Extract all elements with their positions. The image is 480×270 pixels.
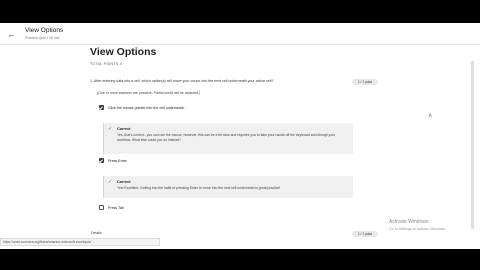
option-label: Press Tab: [108, 205, 124, 210]
points-badge: 1 / 1 point: [352, 231, 378, 237]
watermark-body: Go to Settings to activate Windows.: [389, 227, 446, 231]
points-badge: 1 / 1 point: [352, 79, 378, 85]
arrow-left-icon[interactable]: ←: [7, 29, 19, 39]
check-icon: ✓: [108, 179, 113, 185]
header-title: View Options: [25, 27, 64, 34]
checkbox-checked[interactable]: [99, 158, 104, 163]
quiz-page: ← View Options Practice Quiz • 15 min Vi…: [0, 23, 480, 249]
page-title: View Options: [90, 46, 157, 58]
check-icon: ✓: [108, 126, 113, 132]
status-bar-url: https://www.coursera.org/learn/wharton-m…: [0, 238, 160, 246]
option-press-enter[interactable]: Press Enter: [99, 158, 127, 163]
watermark-title: Activate Windows: [389, 219, 429, 225]
feedback-heading: Correct: [117, 180, 131, 184]
option-label: Click the mouse pointer into the cell un…: [108, 105, 185, 110]
feedback-body: Yes, that's correct - you can use the mo…: [117, 133, 336, 142]
total-points: TOTAL POINTS 4: [90, 62, 122, 66]
option-press-tab[interactable]: Press Tab: [99, 205, 124, 210]
header-subtitle: Practice Quiz • 15 min: [25, 36, 60, 40]
feedback-box: ✓ Correct Yes! Excellent. Getting into t…: [103, 176, 353, 198]
question-text: 1. After entering data into a cell, whic…: [90, 79, 274, 83]
text-cursor-icon: ∧: [428, 113, 433, 119]
header-bar: ← View Options Practice Quiz • 15 min: [0, 23, 480, 45]
option-label: Press Enter: [108, 158, 127, 163]
checkbox-checked[interactable]: [99, 105, 104, 110]
scrollbar[interactable]: [471, 61, 474, 229]
question-note: (One or more answers are possible. Parti…: [97, 91, 201, 95]
checkbox-unchecked[interactable]: [99, 205, 104, 210]
next-question-label: Details: [91, 231, 102, 235]
option-click-mouse[interactable]: Click the mouse pointer into the cell un…: [99, 105, 185, 110]
feedback-heading: Correct: [117, 127, 131, 131]
feedback-box: ✓ Correct Yes, that's correct - you can …: [103, 123, 353, 154]
feedback-body: Yes! Excellent. Getting into the habit o…: [117, 186, 281, 190]
